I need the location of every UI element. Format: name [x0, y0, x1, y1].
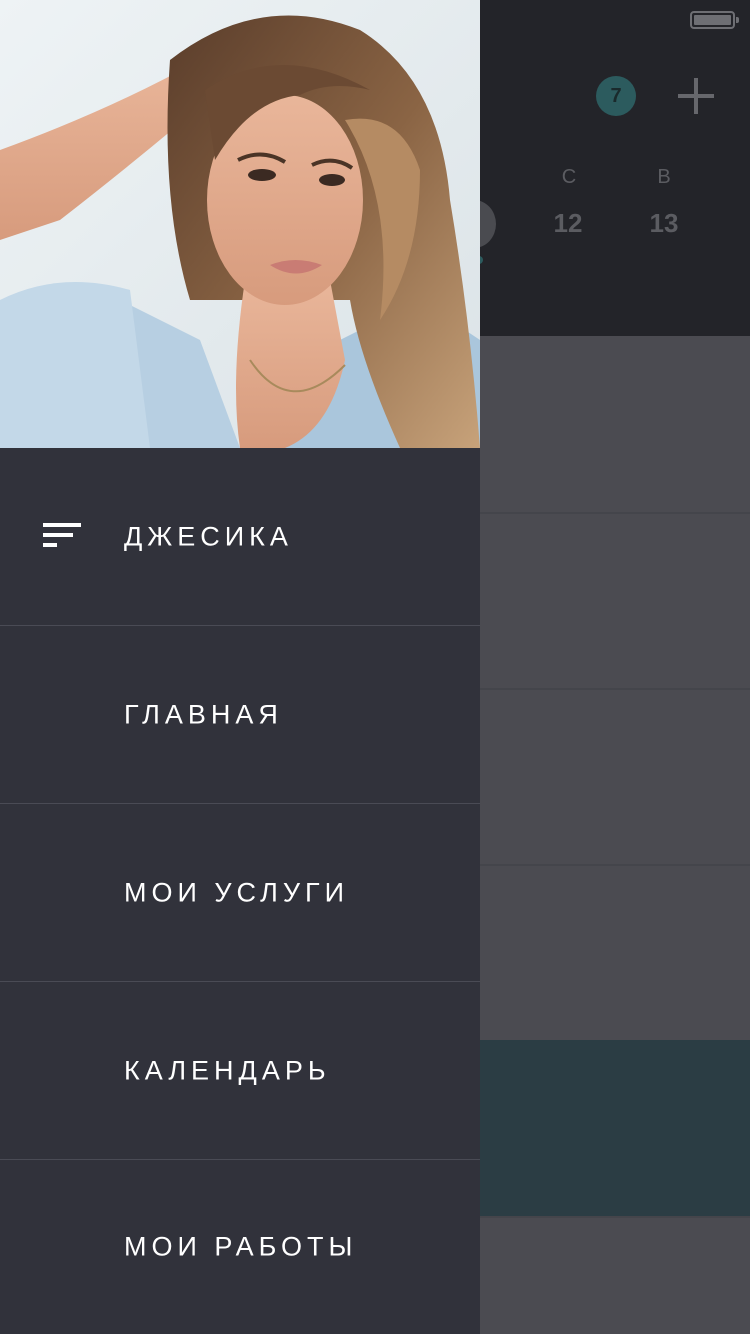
weekday-letter: С [561, 166, 577, 188]
menu-sort-icon[interactable] [43, 523, 81, 549]
day-number[interactable]: 13 [634, 208, 694, 239]
menu-item-calendar[interactable]: КАЛЕНДАРЬ [0, 982, 480, 1160]
menu-item-my-works[interactable]: МОИ РАБОТЫ [0, 1160, 480, 1334]
menu-item-label: КАЛЕНДАРЬ [124, 1055, 331, 1085]
weekday-letter: В [657, 166, 671, 188]
day-number[interactable]: 12 [538, 208, 598, 239]
menu-item-label: МОИ РАБОТЫ [124, 1231, 358, 1262]
menu-item-my-services[interactable]: МОИ УСЛУГИ [0, 804, 480, 982]
profile-photo[interactable] [0, 0, 480, 448]
menu-item-label: МОИ УСЛУГИ [124, 877, 350, 907]
background-list-row [480, 1216, 750, 1334]
battery-icon [690, 11, 739, 29]
side-drawer: ДЖЕСИКА ГЛАВНАЯ МОИ УСЛУГИ КАЛЕНДАРЬ МОИ… [0, 0, 480, 1334]
background-list-row-active [480, 1040, 750, 1216]
background-list-row [480, 688, 750, 864]
background-list-row [480, 336, 750, 512]
profile-photo-image [0, 0, 480, 448]
menu-item-home[interactable]: ГЛАВНАЯ [0, 626, 480, 804]
app-screen: 7 С В 12 13 ДЖЕСИКА ГЛАВНАЯ МОИ УСЛУГИ К… [0, 0, 750, 1334]
profile-name: ДЖЕСИКА [124, 521, 293, 551]
menu-item-label: ГЛАВНАЯ [124, 699, 283, 729]
add-icon[interactable] [678, 78, 714, 114]
background-list-row [480, 864, 750, 1040]
notification-badge[interactable]: 7 [596, 76, 636, 116]
background-list-row [480, 512, 750, 688]
